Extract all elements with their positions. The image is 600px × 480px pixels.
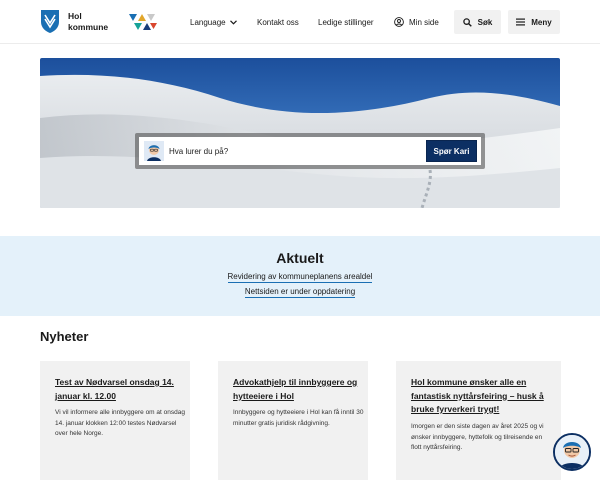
news-section-title: Nyheter [40,329,89,344]
ask-kari-input[interactable] [169,137,409,165]
logo-line-1: Hol [68,10,82,21]
language-selector[interactable]: Language [190,0,237,44]
menu-button[interactable]: Meny [508,10,560,34]
aktuelt-title: Aktuelt [276,250,324,266]
nav-jobs-link[interactable]: Ledige stillinger [318,0,374,44]
news-card-title[interactable]: Test av Nødvarsel onsdag 14. januar kl. … [55,376,185,403]
ask-kari-field: Spør Kari [139,137,481,165]
logo-line-2: kommune [68,21,109,32]
news-card[interactable]: Hol kommune ønsker alle en fantastisk ny… [396,361,561,480]
hamburger-menu-icon [516,18,526,26]
user-circle-icon [394,17,404,27]
aktuelt-link-1-text[interactable]: Revidering av kommuneplanens arealdel [227,272,373,283]
site-header: Hol kommune Language Kontakt oss Ledige … [0,0,600,44]
my-page-label: Min side [409,17,439,27]
ask-kari-widget: Spør Kari [135,133,485,169]
news-card[interactable]: Advokathjelp til innbyggere og hytteeier… [218,361,368,480]
logo-text: Hol kommune [68,11,108,33]
news-card-text: Innbyggere og hytteeiere i Hol kan få in… [233,409,364,427]
nav-contact-link[interactable]: Kontakt oss [257,0,299,44]
search-button[interactable]: Søk [454,10,501,34]
news-card-title[interactable]: Hol kommune ønsker alle en fantastisk ny… [411,376,551,417]
news-card-text: Vi vil informere alle innbyggere om at o… [55,409,185,437]
aktuelt-link-1[interactable]: Revidering av kommuneplanens arealdel [0,272,600,283]
kari-chatbot-avatar-icon [555,435,589,469]
nav-my-page-link[interactable]: Min side [394,0,439,44]
news-card-title[interactable]: Advokathjelp til innbyggere og hytteeier… [233,376,363,403]
language-label: Language [190,17,226,27]
hero-banner: Spør Kari [40,58,560,208]
coat-of-arms-icon [41,10,59,33]
kari-chat-button[interactable] [553,433,591,471]
search-icon [462,17,472,27]
news-card[interactable]: Test av Nødvarsel onsdag 14. januar kl. … [40,361,190,480]
home-logo-link[interactable]: Hol kommune [40,9,108,34]
aktuelt-link-2[interactable]: Nettsiden er under oppdatering [0,287,600,298]
ask-kari-button[interactable]: Spør Kari [426,140,477,162]
kari-avatar-icon [144,141,164,161]
news-card-text: Imorgen er den siste dagen av året 2025 … [411,423,544,451]
aktuelt-link-2-text[interactable]: Nettsiden er under oppdatering [244,287,356,298]
chevron-down-icon [229,19,237,25]
menu-button-label: Meny [531,17,552,27]
decorative-triangles-icon [129,14,157,30]
search-button-label: Søk [477,17,493,27]
